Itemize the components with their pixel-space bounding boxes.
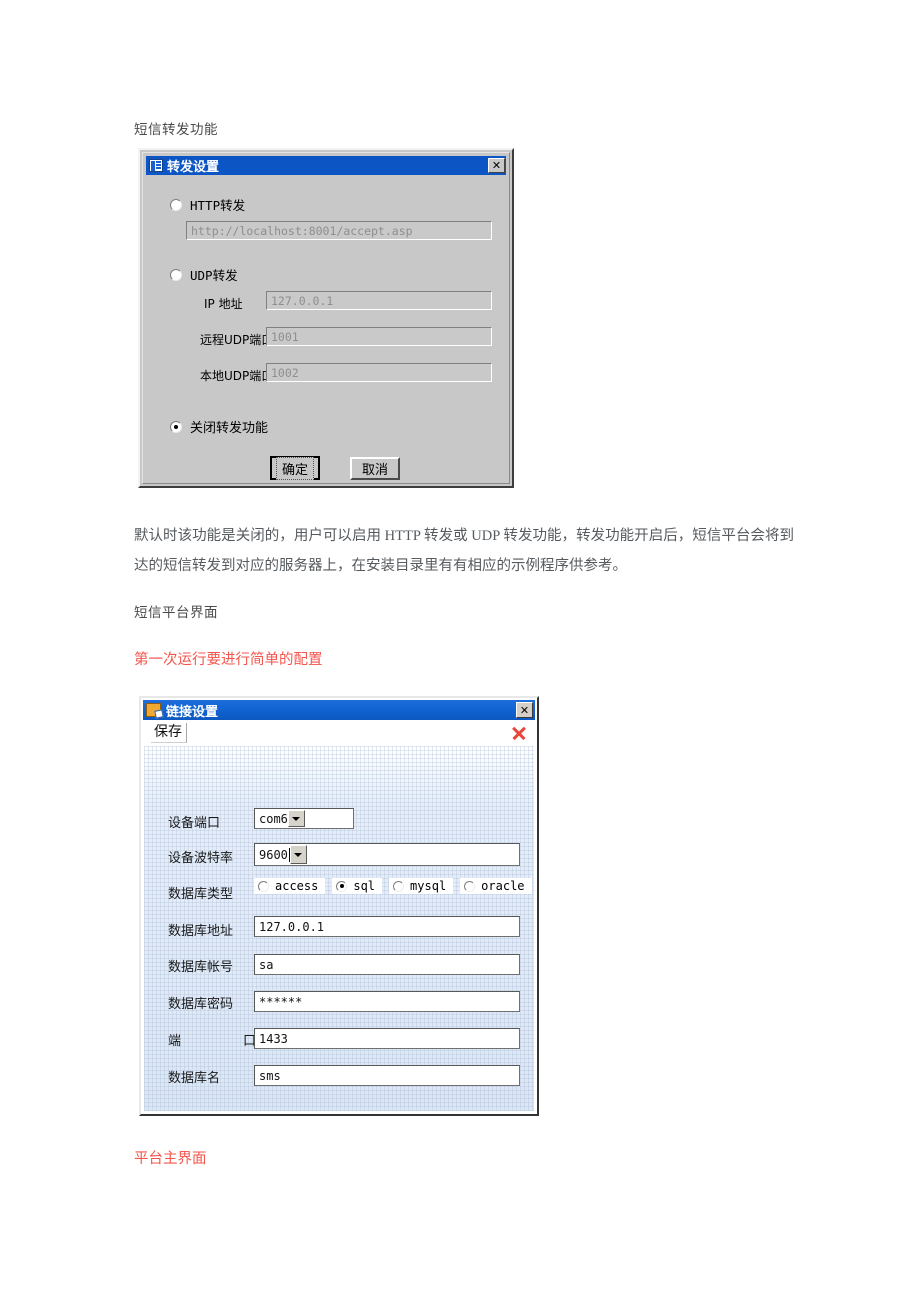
forward-dialog-titlebar: 转发设置 ✕ bbox=[146, 156, 506, 175]
radio-db-mysql[interactable]: mysql bbox=[389, 878, 454, 894]
radio-udp-forward-dot[interactable] bbox=[170, 268, 182, 281]
radio-udp-forward-label: UDP转发 bbox=[190, 268, 238, 283]
heading-platform-ui: 短信平台界面 bbox=[134, 605, 218, 621]
remote-udp-port-input[interactable]: 1001 bbox=[266, 327, 492, 346]
dialog-inner-frame: 转发设置 ✕ HTTP转发 http://localhost:8001/acce… bbox=[142, 152, 510, 484]
http-url-input[interactable]: http://localhost:8001/accept.asp bbox=[186, 221, 492, 240]
db-password-input[interactable]: ****** bbox=[254, 991, 520, 1012]
link-dialog-toolbar: 保存 bbox=[143, 720, 535, 746]
heading-forward-feature: 短信转发功能 bbox=[134, 122, 218, 138]
db-name-input[interactable]: sms bbox=[254, 1065, 520, 1086]
label-db-password: 数据库密码 bbox=[168, 997, 234, 1012]
radio-db-sql-dot[interactable] bbox=[336, 880, 348, 892]
label-db-name: 数据库名 bbox=[168, 1071, 221, 1086]
close-icon[interactable]: ✕ bbox=[488, 158, 505, 173]
radio-db-mysql-label: mysql bbox=[410, 879, 447, 893]
radio-http-forward[interactable]: HTTP转发 bbox=[170, 195, 245, 214]
device-baudrate-value: 9600 bbox=[259, 847, 288, 862]
label-db-address: 数据库地址 bbox=[168, 924, 234, 939]
radio-disable-forward-dot[interactable] bbox=[170, 420, 182, 433]
label-db-type: 数据库类型 bbox=[168, 887, 234, 902]
radio-db-sql[interactable]: sql bbox=[332, 878, 383, 894]
link-settings-dialog: 链接设置 ✕ 保存 设备端口 com6 设备波特率 9600 数据库类型 acc… bbox=[139, 696, 539, 1116]
radio-disable-forward[interactable]: 关闭转发功能 bbox=[170, 417, 268, 436]
link-dialog-titlebar: 链接设置 ✕ bbox=[143, 700, 535, 720]
radio-db-oracle[interactable]: oracle bbox=[460, 878, 532, 894]
forward-dialog-title: 转发设置 bbox=[167, 160, 220, 175]
label-db-account: 数据库帐号 bbox=[168, 960, 234, 975]
radio-http-forward-label: HTTP转发 bbox=[190, 198, 246, 213]
red-x-icon[interactable] bbox=[510, 725, 527, 742]
forward-settings-dialog: 转发设置 ✕ HTTP转发 http://localhost:8001/acce… bbox=[138, 148, 514, 488]
label-device-port: 设备端口 bbox=[168, 816, 221, 831]
cancel-button[interactable]: 取消 bbox=[350, 457, 400, 480]
ok-button[interactable]: 确定 bbox=[270, 456, 320, 480]
radio-db-mysql-dot[interactable] bbox=[393, 880, 405, 892]
document-page: 短信转发功能 转发设置 ✕ HTTP转发 http://localhost:80… bbox=[0, 0, 920, 1302]
forward-app-icon bbox=[149, 159, 163, 172]
paragraph-forward-description: 默认时该功能是关闭的，用户可以启用 HTTP 转发或 UDP 转发功能，转发功能… bbox=[134, 528, 794, 574]
ok-button-label: 确定 bbox=[275, 456, 314, 480]
label-port: 端 口 bbox=[168, 1034, 269, 1049]
device-port-value: com6 bbox=[259, 811, 288, 826]
note-first-run: 第一次运行要进行简单的配置 bbox=[134, 652, 323, 668]
link-dialog-title: 链接设置 bbox=[166, 704, 219, 720]
radio-db-sql-label: sql bbox=[353, 879, 376, 893]
radio-disable-forward-label: 关闭转发功能 bbox=[190, 421, 269, 436]
label-ip-address: IP 地址 bbox=[204, 297, 243, 311]
radio-db-access[interactable]: access bbox=[254, 878, 326, 894]
label-local-udp-port: 本地UDP端口 bbox=[200, 369, 274, 383]
port-input[interactable]: 1433 bbox=[254, 1028, 520, 1049]
save-button[interactable]: 保存 bbox=[151, 723, 187, 743]
radio-db-access-dot[interactable] bbox=[258, 880, 269, 892]
close-icon[interactable]: ✕ bbox=[516, 702, 533, 718]
ip-address-input[interactable]: 127.0.0.1 bbox=[266, 291, 492, 310]
forward-dialog-body: HTTP转发 http://localhost:8001/accept.asp … bbox=[146, 177, 506, 480]
note-main-ui: 平台主界面 bbox=[134, 1151, 207, 1167]
radio-http-forward-dot[interactable] bbox=[170, 198, 182, 211]
radio-db-oracle-dot[interactable] bbox=[464, 880, 476, 892]
radio-udp-forward[interactable]: UDP转发 bbox=[170, 265, 238, 284]
device-baudrate-combo[interactable]: 9600 bbox=[254, 843, 520, 866]
chevron-down-icon[interactable] bbox=[287, 810, 305, 827]
db-address-input[interactable]: 127.0.0.1 bbox=[254, 916, 520, 937]
label-remote-udp-port: 远程UDP端口 bbox=[200, 333, 274, 347]
device-port-combo[interactable]: com6 bbox=[254, 808, 354, 829]
radio-db-oracle-label: oracle bbox=[481, 879, 525, 893]
radio-db-access-label: access bbox=[275, 879, 319, 893]
db-account-input[interactable]: sa bbox=[254, 954, 520, 975]
label-device-baudrate: 设备波特率 bbox=[168, 851, 234, 866]
cancel-button-label: 取消 bbox=[361, 463, 388, 478]
db-type-radio-group: access sql mysql oracle bbox=[254, 878, 532, 894]
chevron-down-icon[interactable] bbox=[289, 845, 307, 864]
link-dialog-client-area: 设备端口 com6 设备波特率 9600 数据库类型 access sql my… bbox=[144, 746, 534, 1111]
link-app-icon bbox=[146, 703, 161, 717]
local-udp-port-input[interactable]: 1002 bbox=[266, 363, 492, 382]
